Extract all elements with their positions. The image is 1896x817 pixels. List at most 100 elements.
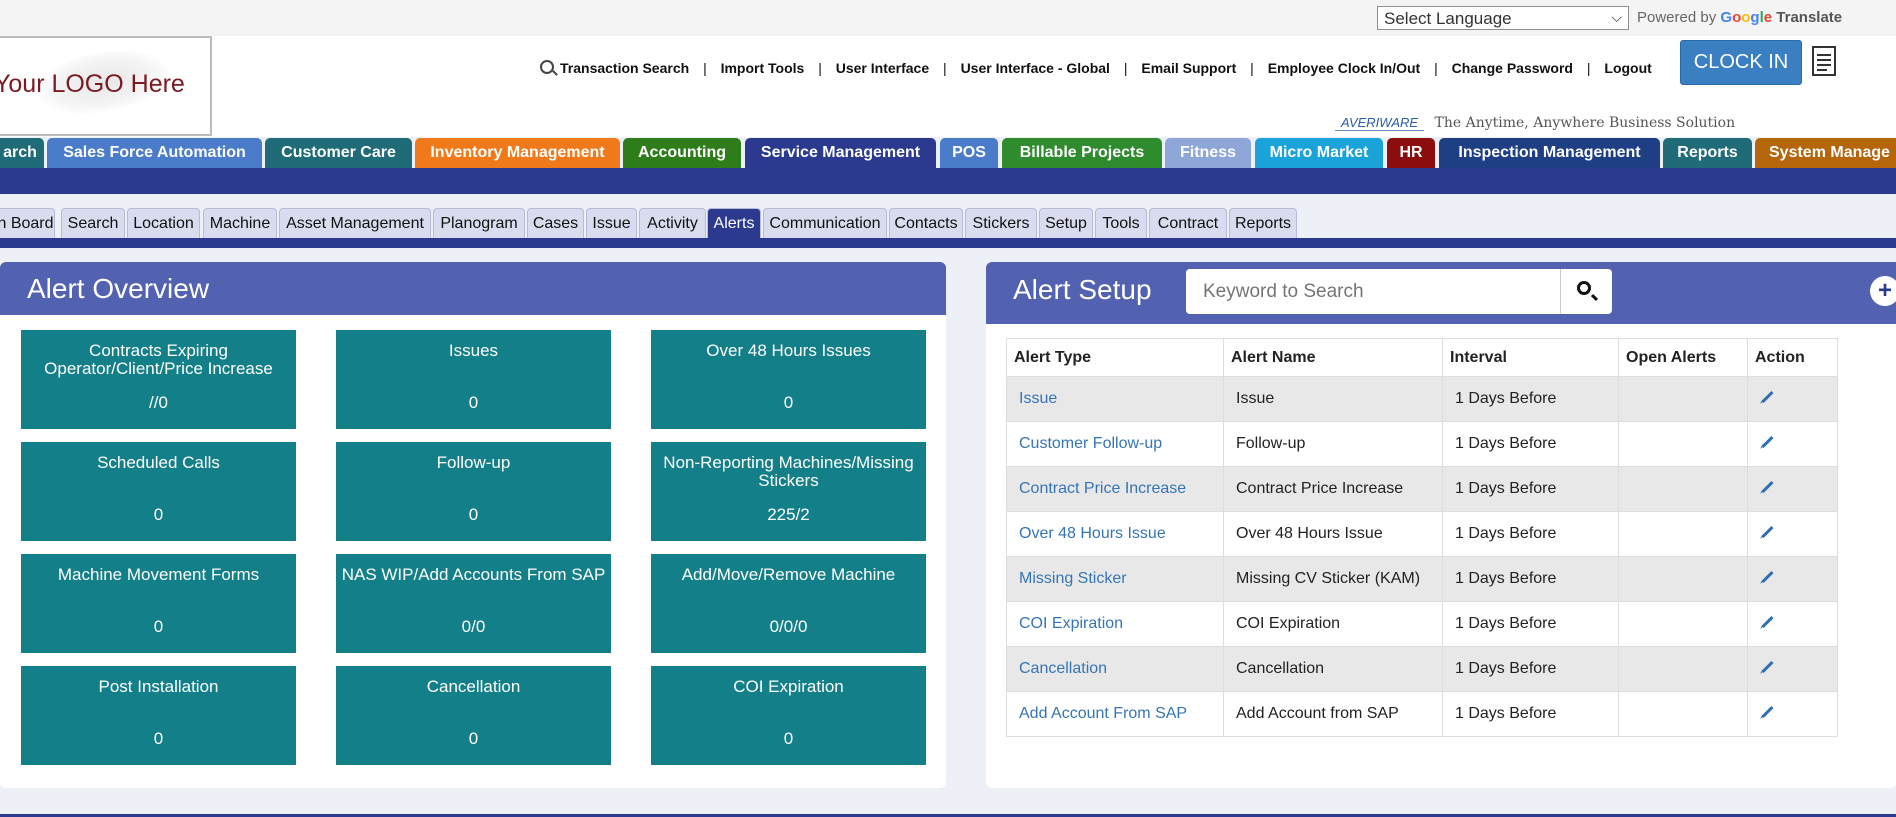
add-alert-button[interactable]: + (1870, 276, 1896, 306)
main-nav-bar (0, 168, 1896, 194)
alert-card-scheduled-calls[interactable]: Scheduled Calls 0 (21, 442, 296, 541)
alert-type-link[interactable]: Add Account From SAP (1006, 691, 1224, 737)
nav-tab-customer-care[interactable]: Customer Care (265, 138, 412, 168)
sub-tab-activity[interactable]: Activity (639, 208, 706, 238)
sub-tab-asset-management[interactable]: Asset Management (279, 208, 431, 238)
nav-tab-reports[interactable]: Reports (1663, 138, 1752, 168)
alert-type-link[interactable]: Customer Follow-up (1006, 421, 1224, 467)
interval-cell: 1 Days Before (1442, 601, 1619, 647)
sub-tab-search[interactable]: Search (61, 208, 125, 238)
alert-card-machine-movement[interactable]: Machine Movement Forms 0 (21, 554, 296, 653)
alert-card-title: Over 48 Hours Issues (706, 341, 871, 360)
nav-tab-accounting[interactable]: Accounting (623, 138, 741, 168)
edit-icon[interactable] (1761, 570, 1774, 583)
sub-tab-label: Reports (1234, 215, 1292, 232)
nav-tab-system-management[interactable]: System Manage (1755, 138, 1896, 168)
search-button[interactable] (1560, 269, 1612, 314)
sub-tab-cases[interactable]: Cases (527, 208, 584, 238)
alert-card-contracts-expiring[interactable]: Contracts Expiring Operator/Client/Price… (21, 330, 296, 429)
logout-link[interactable]: Logout (1604, 60, 1651, 76)
alert-card-add-move-remove[interactable]: Add/Move/Remove Machine 0/0/0 (651, 554, 926, 653)
sub-tab-label: Planogram (440, 215, 518, 232)
edit-icon[interactable] (1761, 525, 1774, 538)
nav-tab-pos[interactable]: POS (940, 138, 998, 168)
alert-card-coi-expiration[interactable]: COI Expiration 0 (651, 666, 926, 765)
column-header-open-alerts[interactable]: Open Alerts (1618, 338, 1748, 377)
nav-tab-sales-force-automation[interactable]: Sales Force Automation (47, 138, 262, 168)
column-header-alert-name[interactable]: Alert Name (1223, 338, 1443, 377)
nav-tab-fitness[interactable]: Fitness (1165, 138, 1251, 168)
employee-clock-link[interactable]: Employee Clock In/Out (1268, 60, 1420, 76)
alert-card-title: Non-Reporting Machines/Missing Stickers (663, 453, 914, 490)
averiware-branding: AVERIWARE The Anytime, Anywhere Business… (1335, 114, 1735, 132)
nav-tab-hr[interactable]: HR (1387, 138, 1435, 168)
user-interface-link[interactable]: User Interface (836, 60, 929, 76)
alert-card-follow-up[interactable]: Follow-up 0 (336, 442, 611, 541)
alert-type-link[interactable]: Issue (1006, 376, 1224, 422)
sub-tab-dashboard[interactable]: n Board (0, 208, 55, 238)
sub-nav: n Board Search Location Machine Asset Ma… (0, 208, 1896, 238)
sub-tab-contacts[interactable]: Contacts (889, 208, 963, 238)
alert-type-link[interactable]: Contract Price Increase (1006, 466, 1224, 512)
sub-tab-label: Issue (592, 215, 631, 232)
alert-card-post-installation[interactable]: Post Installation 0 (21, 666, 296, 765)
sub-tab-location[interactable]: Location (127, 208, 200, 238)
company-logo[interactable]: Your LOGO Here (0, 36, 212, 136)
alert-type-link[interactable]: Cancellation (1006, 646, 1224, 692)
change-password-link[interactable]: Change Password (1452, 60, 1573, 76)
alert-card-issues[interactable]: Issues 0 (336, 330, 611, 429)
column-header-interval[interactable]: Interval (1442, 338, 1619, 377)
nav-tab-inventory-management[interactable]: Inventory Management (415, 138, 620, 168)
edit-icon[interactable] (1761, 660, 1774, 673)
alert-type-link[interactable]: Over 48 Hours Issue (1006, 511, 1224, 557)
nav-tab-label: Reports (1677, 144, 1738, 161)
open-alerts-cell (1618, 646, 1748, 692)
sub-tab-issue[interactable]: Issue (586, 208, 637, 238)
alert-card-cancellation[interactable]: Cancellation 0 (336, 666, 611, 765)
email-support-link[interactable]: Email Support (1141, 60, 1236, 76)
timesheet-icon[interactable] (1812, 46, 1836, 76)
separator: | (1434, 60, 1438, 76)
transaction-search-link[interactable]: Transaction Search (560, 60, 689, 76)
nav-tab-billable-projects[interactable]: Billable Projects (1002, 138, 1162, 168)
edit-icon[interactable] (1761, 435, 1774, 448)
sub-tab-contract[interactable]: Contract (1149, 208, 1227, 238)
interval-cell: 1 Days Before (1442, 511, 1619, 557)
alert-card-nas-wip[interactable]: NAS WIP/Add Accounts From SAP 0/0 (336, 554, 611, 653)
edit-icon[interactable] (1761, 705, 1774, 718)
language-select[interactable]: Select Language ⌵ (1377, 6, 1629, 30)
sub-tab-machine[interactable]: Machine (203, 208, 277, 238)
sub-tab-alerts[interactable]: Alerts (707, 208, 761, 238)
edit-icon[interactable] (1761, 615, 1774, 628)
interval-cell: 1 Days Before (1442, 556, 1619, 602)
alert-card-over-48-hours[interactable]: Over 48 Hours Issues 0 (651, 330, 926, 429)
sub-tab-communication[interactable]: Communication (763, 208, 887, 238)
clock-in-button[interactable]: CLOCK IN (1680, 40, 1802, 85)
nav-tab-inspection-management[interactable]: Inspection Management (1439, 138, 1660, 168)
alert-name-cell: COI Expiration (1223, 601, 1443, 647)
alert-card-non-reporting-machines[interactable]: Non-Reporting Machines/Missing Stickers … (651, 442, 926, 541)
column-header-alert-type[interactable]: Alert Type (1006, 338, 1224, 377)
sub-tab-setup[interactable]: Setup (1039, 208, 1093, 238)
alert-type-link[interactable]: Missing Sticker (1006, 556, 1224, 602)
user-interface-global-link[interactable]: User Interface - Global (961, 60, 1110, 76)
sub-tab-reports[interactable]: Reports (1229, 208, 1297, 238)
alert-type-link[interactable]: COI Expiration (1006, 601, 1224, 647)
alert-card-title: COI Expiration (733, 677, 844, 696)
action-cell (1747, 556, 1838, 602)
edit-icon[interactable] (1761, 390, 1774, 403)
import-tools-link[interactable]: Import Tools (721, 60, 805, 76)
sub-tab-stickers[interactable]: Stickers (965, 208, 1037, 238)
nav-tab-search[interactable]: arch (0, 138, 44, 168)
edit-icon[interactable] (1761, 480, 1774, 493)
translate-link[interactable]: Translate (1776, 9, 1842, 26)
table-row: Issue Issue 1 Days Before (1006, 376, 1838, 422)
table-row: Missing Sticker Missing CV Sticker (KAM)… (1006, 556, 1838, 602)
alert-card-value: 0 (468, 729, 479, 748)
nav-tab-service-management[interactable]: Service Management (745, 138, 936, 168)
sub-tab-planogram[interactable]: Planogram (433, 208, 525, 238)
nav-tab-label: POS (952, 144, 986, 161)
nav-tab-micro-market[interactable]: Micro Market (1255, 138, 1383, 168)
alert-search-input[interactable] (1186, 269, 1560, 314)
sub-tab-tools[interactable]: Tools (1095, 208, 1147, 238)
